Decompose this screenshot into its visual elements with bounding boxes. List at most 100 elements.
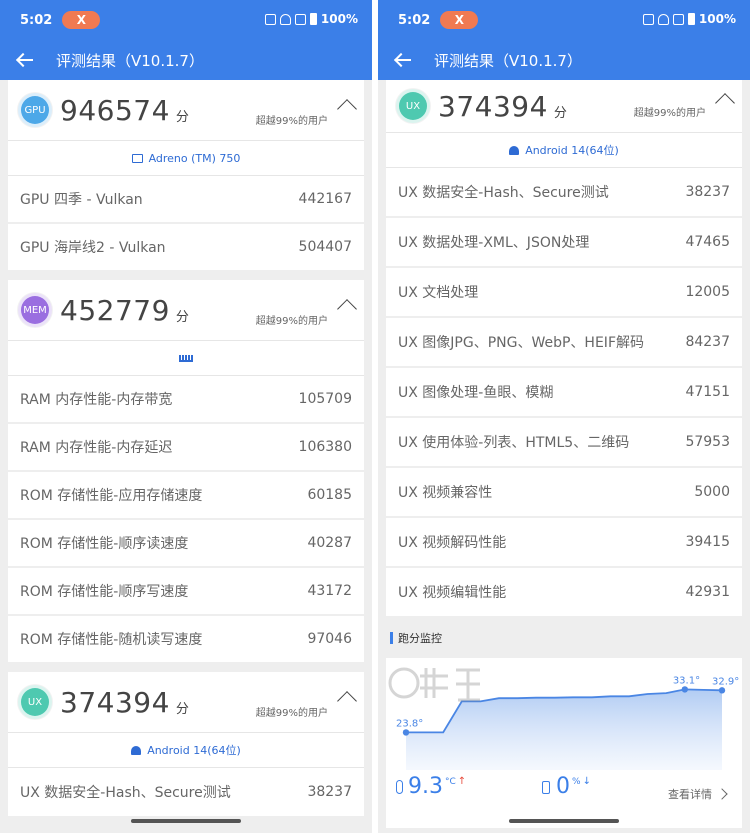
gpu-device-name: Adreno (TM) 750 (148, 151, 241, 165)
item-label: UX 数据安全-Hash、Secure测试 (398, 185, 609, 201)
item-value: 57953 (685, 434, 730, 450)
item-value: 60185 (307, 487, 352, 503)
item-value: 38237 (685, 184, 730, 200)
back-arrow-icon[interactable] (16, 52, 36, 68)
gesture-nav-handle[interactable] (509, 819, 619, 823)
temp-unit: °C (445, 777, 456, 787)
monitor-title-text: 跑分监控 (398, 632, 442, 645)
item-label: ROM 存储性能-随机读写速度 (20, 632, 203, 648)
nfc-icon (264, 13, 276, 25)
gpu-score: 946574 (60, 93, 170, 127)
list-item: GPU 海岸线2 - Vulkan 504407 (8, 224, 364, 272)
list-item: UX 使用体验-列表、HTML5、二维码 57953 (386, 418, 742, 468)
item-label: UX 文档处理 (398, 285, 479, 301)
ux-score-header[interactable]: UX 374394 分 超越99%的用户 (8, 672, 364, 732)
gesture-nav-handle[interactable] (131, 819, 241, 823)
battery-drop-value: 0 (556, 774, 570, 799)
list-item: UX 视频兼容性 5000 (386, 468, 742, 518)
item-value: 84237 (685, 334, 730, 350)
gpu-score-card[interactable]: GPU 946574 分 超越99%的用户 Adreno (TM) 750 (8, 80, 364, 176)
ux-device-name: Android 14(64位) (147, 744, 241, 757)
item-value: 5000 (694, 484, 730, 500)
recording-pill[interactable]: X (62, 11, 101, 29)
end-point-label: 32.9° (712, 676, 739, 687)
collapse-chevron-icon[interactable] (337, 691, 357, 711)
ux-score-card[interactable]: UX 374394 分 超越99%的用户 Android 14(64位) (8, 672, 364, 768)
item-value: 106380 (298, 439, 352, 455)
list-item: ROM 存储性能-顺序读速度 40287 (8, 520, 364, 568)
monitor-section-title: 跑分监控 (378, 618, 750, 658)
list-item: RAM 内存性能-内存延迟 106380 (8, 424, 364, 472)
status-icons: 100% (642, 12, 736, 26)
list-item: ROM 存储性能-随机读写速度 97046 (8, 616, 364, 664)
start-point (402, 729, 410, 736)
status-time: 5:02 (20, 12, 53, 28)
ux-score: 374394 (438, 89, 548, 123)
temp-rise-value: 9.3 (408, 774, 443, 799)
list-item: UX 文档处理 12005 (386, 268, 742, 318)
view-details-text: 查看详情 (668, 788, 712, 801)
gpu-badge-icon: GPU (18, 93, 52, 127)
chip-icon (131, 153, 143, 163)
ux-exceed-text: 超越99%的用户 (255, 708, 328, 719)
list-item: RAM 内存性能-内存带宽 105709 (8, 376, 364, 424)
collapse-chevron-icon[interactable] (337, 299, 357, 319)
results-list[interactable]: GPU 946574 分 超越99%的用户 Adreno (TM) 750 GP… (0, 80, 372, 833)
section-marker (390, 632, 393, 644)
mem-device-label (8, 340, 364, 376)
nfc-icon (642, 13, 654, 25)
collapse-chevron-icon[interactable] (715, 93, 735, 113)
temperature-monitor[interactable]: 23.8° 33.1° 32.9° 9.3 °C ↑ 0 % ↓ 查看详情 (386, 658, 742, 828)
peak-point (681, 686, 689, 693)
item-label: GPU 海岸线2 - Vulkan (20, 240, 166, 256)
item-value: 39415 (685, 534, 730, 550)
mem-badge-icon: MEM (18, 293, 52, 327)
thermometer-icon (396, 780, 403, 794)
back-arrow-icon[interactable] (394, 52, 414, 68)
status-time: 5:02 (398, 12, 431, 28)
status-icons: 100% (264, 12, 358, 26)
collapse-chevron-icon[interactable] (337, 99, 357, 119)
ux-device-label: Android 14(64位) (386, 132, 742, 168)
status-bar: 5:02 X 100% (378, 0, 750, 40)
left-screen: 5:02 X 100% 评测结果（V10.1.7） GPU 946574 分 超… (0, 0, 372, 833)
item-value: 47465 (685, 234, 730, 250)
battery-drop-readout: 0 % ↓ (542, 774, 591, 799)
item-value: 47151 (685, 384, 730, 400)
item-label: UX 使用体验-列表、HTML5、二维码 (398, 435, 630, 451)
mem-score-header[interactable]: MEM 452779 分 超越99%的用户 (8, 280, 364, 340)
temp-rise-readout: 9.3 °C ↑ (396, 774, 466, 799)
item-label: UX 图像JPG、PNG、WebP、HEIF解码 (398, 335, 644, 351)
battery-level: 100% (698, 12, 736, 26)
gpu-score-header[interactable]: GPU 946574 分 超越99%的用户 (8, 80, 364, 140)
arrow-down-icon: ↓ (582, 776, 591, 787)
mem-score-card[interactable]: MEM 452779 分 超越99%的用户 (8, 280, 364, 376)
page-title: 评测结果（V10.1.7） (434, 51, 582, 70)
android-icon (131, 745, 142, 755)
item-label: UX 数据安全-Hash、Secure测试 (20, 785, 231, 801)
item-value: 442167 (298, 191, 352, 207)
mem-score-unit: 分 (175, 309, 189, 325)
recording-pill[interactable]: X (440, 11, 479, 29)
view-details-link[interactable]: 查看详情 (668, 786, 728, 802)
ux-score-unit: 分 (175, 701, 189, 717)
item-label: RAM 内存性能-内存带宽 (20, 392, 173, 408)
battery-drain-icon (542, 781, 550, 794)
ux-score-card[interactable]: UX 374394 分 超越99%的用户 Android 14(64位) (386, 80, 742, 168)
item-value: 97046 (307, 631, 352, 647)
mem-exceed-text: 超越99%的用户 (255, 316, 328, 327)
ux-score-unit: 分 (553, 105, 567, 121)
results-list[interactable]: UX 374394 分 超越99%的用户 Android 14(64位) UX … (378, 80, 750, 833)
ux-score-header[interactable]: UX 374394 分 超越99%的用户 (386, 80, 742, 132)
item-label: UX 图像处理-鱼眼、模糊 (398, 385, 554, 401)
gpu-score-unit: 分 (175, 109, 189, 125)
page-title: 评测结果（V10.1.7） (56, 51, 204, 70)
list-item: ROM 存储性能-应用存储速度 60185 (8, 472, 364, 520)
gpu-exceed-text: 超越99%的用户 (255, 116, 328, 127)
battery-unit: % (572, 777, 581, 787)
item-label: RAM 内存性能-内存延迟 (20, 440, 173, 456)
status-bar: 5:02 X 100% (0, 0, 372, 40)
wifi-icon (279, 13, 291, 25)
ram-icon (179, 354, 193, 362)
list-item: UX 图像处理-鱼眼、模糊 47151 (386, 368, 742, 418)
